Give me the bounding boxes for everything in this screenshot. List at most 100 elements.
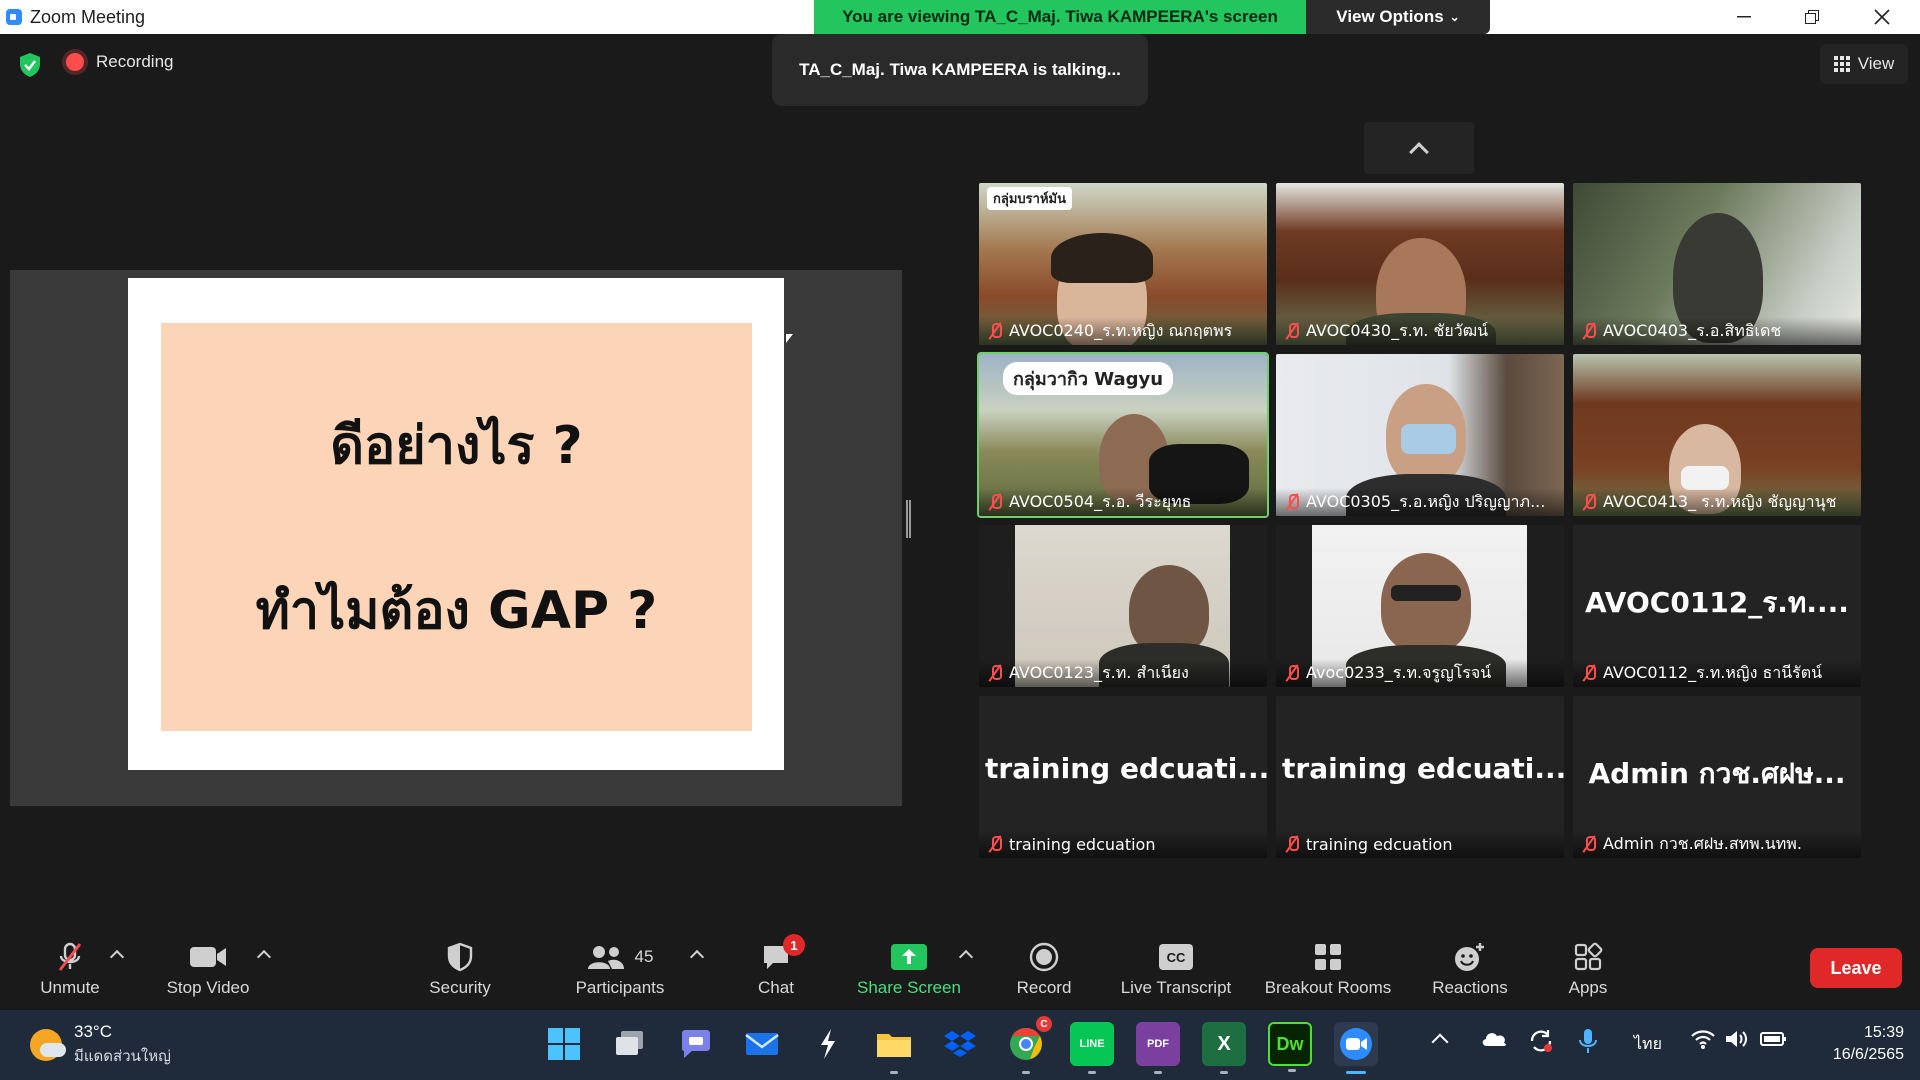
chrome-profile-badge: C [1036, 1016, 1052, 1032]
pinned-app-button[interactable] [806, 1022, 850, 1066]
tile-overlay-label: กลุ่มบราห์มัน [987, 187, 1072, 210]
face-mask [1681, 466, 1729, 490]
unmute-button[interactable]: Unmute [20, 930, 120, 1010]
video-tile-active-speaker[interactable]: กลุ่มวากิว Wagyu AVOC0504_ร.อ. วีระยุทธ [977, 352, 1269, 518]
sync-button[interactable] [1528, 1028, 1554, 1059]
task-view-button[interactable] [608, 1022, 652, 1066]
participant-name-text: AVOC0123_ร.ท. สำเนียง [1009, 662, 1189, 682]
video-camera-icon [189, 942, 227, 972]
participants-options-caret-icon[interactable] [689, 949, 705, 965]
participant-name: training edcuation [1276, 830, 1564, 858]
dropbox-button[interactable] [938, 1022, 982, 1066]
clock-date: 16/6/2565 [1832, 1046, 1904, 1063]
volume-button[interactable] [1724, 1028, 1750, 1055]
show-hidden-icons-button[interactable] [1431, 1028, 1449, 1053]
apps-icon [1573, 942, 1603, 972]
close-button[interactable] [1848, 0, 1916, 34]
grid-icon [1833, 56, 1850, 72]
zoom-icon [1340, 1028, 1372, 1060]
video-tile[interactable]: AVOC0123_ร.ท. สำเนียง [979, 525, 1267, 687]
apps-button[interactable]: Apps [1540, 930, 1636, 1010]
pdf-app-button[interactable]: PDF [1136, 1022, 1180, 1074]
minimize-button[interactable] [1710, 0, 1778, 34]
mail-app-button[interactable] [740, 1022, 784, 1066]
participant-face [1129, 565, 1209, 655]
encryption-shield-icon[interactable] [18, 52, 42, 78]
stop-video-button[interactable]: Stop Video [150, 930, 266, 1010]
video-tile[interactable]: กลุ่มบราห์มัน AVOC0240_ร.ท.หญิง ณกฤตพร [979, 183, 1267, 345]
excel-button[interactable]: X [1202, 1022, 1246, 1074]
participants-button[interactable]: 45 Participants [560, 930, 680, 1010]
mic-muted-icon [987, 493, 1003, 511]
window-title: Zoom Meeting [30, 7, 146, 27]
chat-bubble-icon: 1 [761, 934, 805, 972]
apps-label: Apps [1568, 978, 1608, 997]
line-app-button[interactable]: LINE [1070, 1022, 1114, 1074]
security-button[interactable]: Security [410, 930, 510, 1010]
mic-muted-icon [987, 664, 1003, 682]
wifi-button[interactable] [1690, 1028, 1716, 1055]
participant-face [1381, 553, 1471, 653]
lightning-app-icon [821, 1029, 835, 1059]
split-resize-handle[interactable] [906, 500, 911, 538]
name-only-tile[interactable]: AVOC0112_ร.ท.... AVOC0112_ร.ท.หญิง ธานีร… [1573, 525, 1861, 687]
restore-button[interactable] [1778, 0, 1846, 34]
microphone-tray-button[interactable] [1578, 1028, 1598, 1059]
video-tile[interactable]: AVOC0305_ร.อ.หญิง ปริญญาภ... [1276, 354, 1564, 516]
video-tile[interactable]: AVOC0430_ร.ท. ชัยวัฒน์ [1276, 183, 1564, 345]
meeting-area: Recording TA_C_Maj. Tiwa KAMPEERA is tal… [0, 34, 1920, 930]
file-explorer-button[interactable] [872, 1022, 916, 1074]
participant-name: AVOC0403_ร.อ.สิทธิเดช [1573, 317, 1861, 345]
view-button[interactable]: View [1820, 44, 1908, 84]
reactions-label: Reactions [1432, 978, 1508, 997]
view-options-button[interactable]: View Options ⌄ [1306, 0, 1490, 34]
mic-muted-icon [1284, 664, 1300, 682]
video-tile[interactable]: AVOC0403_ร.อ.สิทธิเดช [1573, 183, 1861, 345]
dreamweaver-icon: Dw [1276, 1033, 1304, 1054]
video-tile[interactable]: AVOC0413_ ร.ท.หญิง ชัญญานุช [1573, 354, 1861, 516]
share-screen-button[interactable]: Share Screen [848, 930, 970, 1010]
windows-start-button[interactable] [542, 1022, 586, 1066]
dreamweaver-button[interactable]: Dw [1268, 1022, 1312, 1072]
chrome-button[interactable]: C [1004, 1016, 1052, 1074]
weather-temperature: 33°C [74, 1022, 112, 1041]
slide-heading-2: ทำไมต้อง GAP ? [255, 581, 658, 641]
teams-chat-button[interactable] [674, 1022, 718, 1066]
record-button[interactable]: Record [1000, 930, 1088, 1010]
title-bar: Zoom Meeting You are viewing TA_C_Maj. T… [0, 0, 1920, 34]
onedrive-button[interactable] [1480, 1028, 1508, 1053]
leave-button[interactable]: Leave [1810, 948, 1902, 988]
mouse-cursor-icon [786, 334, 793, 343]
mic-muted-icon [1581, 664, 1597, 682]
name-only-tile[interactable]: Admin กวช.ศฝษ... Admin กวช.ศฝษ.สทพ.นทพ. [1573, 696, 1861, 858]
closed-captions-icon: CC [1159, 942, 1193, 972]
input-language-button[interactable]: ไทย [1634, 1032, 1662, 1057]
participant-name-text: training edcuation [1306, 834, 1453, 854]
system-clock[interactable]: 15:39 16/6/2565 [1800, 1022, 1904, 1066]
share-screen-label: Share Screen [857, 978, 961, 997]
unmute-label: Unmute [40, 978, 100, 997]
video-tile[interactable]: Avoc0233_ร.ท.จรูญโรจน์ [1276, 525, 1564, 687]
participant-display-name: training edcuati... [985, 752, 1267, 785]
mic-muted-icon [987, 835, 1003, 853]
name-only-tile[interactable]: training edcuati... training edcuation [1276, 696, 1564, 858]
live-transcript-button[interactable]: CC Live Transcript [1110, 930, 1242, 1010]
view-options-label: View Options [1336, 7, 1444, 26]
reactions-button[interactable]: Reactions [1420, 930, 1520, 1010]
participant-name-text: AVOC0403_ร.อ.สิทธิเดช [1603, 320, 1782, 340]
eyeglasses [1391, 585, 1461, 601]
clock-time: 15:39 [1863, 1024, 1904, 1041]
breakout-rooms-button[interactable]: Breakout Rooms [1256, 930, 1400, 1010]
participants-label: Participants [575, 978, 665, 997]
shared-screen[interactable]: ดีอย่างไร ? ทำไมต้อง GAP ? [10, 270, 902, 806]
weather-widget[interactable]: 33°C มีแดดส่วนใหญ่ [30, 1022, 171, 1068]
battery-button[interactable] [1760, 1028, 1788, 1055]
name-only-tile[interactable]: training edcuati... training edcuation [979, 696, 1267, 858]
recording-indicator[interactable]: Recording [66, 52, 174, 72]
chat-button[interactable]: 1 Chat [735, 930, 817, 1010]
chrome-icon [1010, 1027, 1042, 1060]
participant-hair [1051, 233, 1153, 283]
zoom-taskbar-button[interactable] [1334, 1022, 1378, 1074]
gallery-scroll-up-button[interactable] [1364, 122, 1474, 174]
excel-icon: X [1217, 1032, 1231, 1055]
